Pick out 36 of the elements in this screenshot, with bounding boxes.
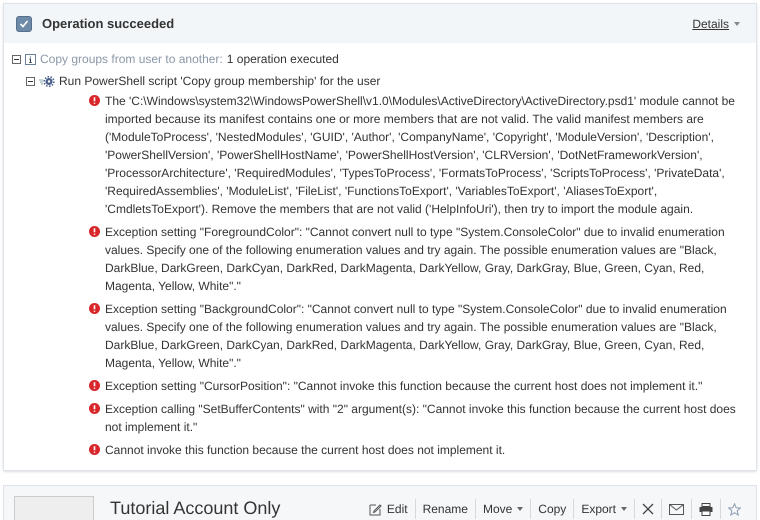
toolbar-button[interactable]: Copy <box>531 498 574 520</box>
edit-icon <box>368 502 382 516</box>
panel-title: Operation succeeded <box>42 14 174 33</box>
toolbar-button[interactable]: Rename <box>416 498 475 520</box>
printer-icon <box>699 502 713 516</box>
collapse-toggle-icon[interactable] <box>26 76 35 86</box>
account-title: Tutorial Account Only <box>110 496 360 520</box>
error-icon <box>89 444 100 455</box>
operation-summary: 1 operation executed <box>226 51 339 68</box>
error-message: Exception setting "BackgroundColor": "Cannot convert null to type "System.ConsoleColor" due to invalid enumeration values. Specify one of the following enumeration values and try again. The possible enumeration values are "Black, DarkBlue, DarkGreen, DarkCyan, DarkRed, DarkMagenta, DarkYellow, Gray, DarkGray, Blue, Green, Cyan, Red, Magenta, Yellow, White"." <box>105 301 728 372</box>
gear-icon <box>39 76 55 86</box>
envelope-icon <box>669 504 684 514</box>
info-icon <box>25 54 36 64</box>
error-message: The 'C:\Windows\system32\WindowsPowerShell\v1.0\Modules\ActiveDirectory\ActiveDirectory.psd1' module cannot be imported because its manifest contains one or more members that are not valid. The valid manifest members are ('ModuleToProcess', 'NestedModules', 'GUID', 'Author', 'CompanyName', 'Copyright', 'ModuleVersion', 'Description', 'PowerShellVersion', 'PowerShellHostName', 'PowerShellHostVersion', 'CLRVersion', 'DotNetFrameworkVersion', 'ProcessorArchitecture', 'RequiredModules', 'TypesToProcess', 'FormatsToProcess', 'ScriptsToProcess', 'PrivateData', 'RequiredAssemblies', 'ModuleList', 'FileList', 'FunctionsToExport', 'VariablesToExport', 'AliasesToExport', 'CmdletsToExport'). Remove the members that are not valid ('HelpInfoUri'), then try to import the module again. <box>105 93 736 218</box>
details-link[interactable]: Details <box>692 14 740 32</box>
error-icon <box>89 95 100 106</box>
star-icon <box>728 502 741 516</box>
toolbar-button[interactable]: Move <box>476 498 530 520</box>
error-message: Exception setting "CursorPosition": "Cannot invoke this function because the current host does not implement it." <box>105 378 702 395</box>
caret-icon <box>734 22 740 26</box>
error-icon <box>89 380 100 391</box>
tree-node-label: Run PowerShell script 'Copy group membership' for the user <box>59 73 380 90</box>
tree-node-label: Copy groups from user to another: <box>40 51 223 68</box>
checkmark-icon <box>19 18 29 28</box>
close-icon <box>642 503 654 515</box>
collapse-toggle-icon[interactable] <box>12 54 21 64</box>
error-icon <box>89 403 100 414</box>
error-icon <box>89 303 100 314</box>
error-message: Cannot invoke this function because the current host does not implement it. <box>105 442 506 459</box>
error-message: Exception calling "SetBufferContents" with "2" argument(s): "Cannot invoke this function because the current host does not implement it." <box>105 401 737 436</box>
error-message: Exception setting "ForegroundColor": "Cannot convert null to type "System.ConsoleColor" due to invalid enumeration values. Specify one of the following enumeration values and try again. The possible enumeration values are "Black, DarkBlue, DarkGreen, DarkCyan, DarkRed, DarkMagenta, DarkYellow, Gray, DarkGray, Blue, Green, Cyan, Red, Magenta, Yellow, White"." <box>105 224 726 295</box>
error-icon <box>89 226 100 237</box>
caret-icon <box>621 507 627 511</box>
caret-icon <box>517 507 524 511</box>
toolbar-button[interactable]: Edit <box>362 498 415 520</box>
toolbar-button[interactable]: Export <box>574 498 634 520</box>
